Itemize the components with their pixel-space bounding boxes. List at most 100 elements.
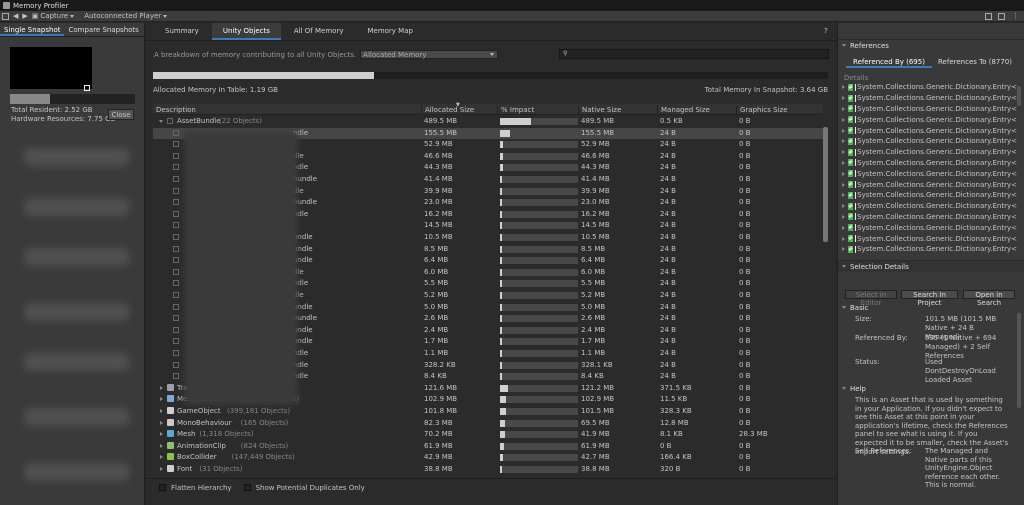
graphics-size: 0 B — [739, 244, 751, 253]
expand-icon[interactable] — [160, 443, 163, 448]
tab-memory-map[interactable]: Memory Map — [356, 23, 423, 40]
table-row[interactable]: GameObject (399,181 Objects) 101.8 MB 101.5… — [153, 406, 823, 418]
table-row[interactable]: AssetBundle (22 Objects) 489.5 MB 489.5 MB 0… — [153, 116, 823, 128]
table-row[interactable]: MonoBehaviour (165 Objects) 82.3 MB 69.5 MB… — [153, 418, 823, 430]
table-row[interactable]: Font (31 Objects) 38.8 MB 38.8 MB 320 B 0 B — [153, 464, 823, 476]
target-dropdown[interactable]: Autoconnected Player — [84, 12, 168, 20]
expand-icon[interactable] — [160, 409, 163, 413]
expand-icon[interactable] — [160, 455, 163, 460]
capture-dropdown[interactable]: ▣ Capture — [32, 12, 75, 20]
back-arrow-icon[interactable]: ◀ — [13, 12, 18, 20]
reference-row[interactable]: # System.Collections.Generic.Dictionary.E… — [842, 125, 1017, 136]
expand-icon[interactable] — [842, 182, 845, 187]
reference-row[interactable]: # System.Collections.Generic.Dictionary.E… — [842, 147, 1017, 158]
search-in-project-button[interactable]: Search In Project — [901, 290, 958, 307]
tab-summary[interactable]: Summary — [154, 23, 210, 40]
snapshot-thumbnail[interactable] — [10, 47, 92, 89]
sidebar-toggle-icon[interactable] — [2, 12, 9, 20]
reference-row[interactable]: # System.Collections.Generic.Dictionary.E… — [842, 212, 1017, 223]
column-impact[interactable]: % Impact — [497, 106, 534, 115]
expand-icon[interactable] — [160, 432, 163, 437]
selection-scrollbar[interactable] — [1017, 313, 1021, 408]
search-input[interactable]: ⚲ — [559, 49, 829, 59]
checkbox[interactable] — [243, 484, 251, 491]
blurred-snapshot-entry[interactable] — [24, 408, 129, 426]
tab-references-to[interactable]: References To (8770) — [932, 56, 1018, 68]
reference-row[interactable]: # System.Collections.Generic.Dictionary.E… — [842, 222, 1017, 233]
references-header[interactable]: References — [838, 39, 1024, 51]
close-button[interactable]: Close — [108, 109, 134, 120]
table-row[interactable]: AnimationClip (824 Objects) 61.9 MB 61.9 MB… — [153, 441, 823, 453]
reference-row[interactable]: # System.Collections.Generic.Dictionary.E… — [842, 104, 1017, 115]
column-description[interactable]: Description — [153, 106, 196, 115]
blurred-snapshot-entry[interactable] — [24, 198, 129, 216]
expand-icon[interactable] — [842, 117, 845, 122]
expand-icon[interactable] — [842, 96, 845, 101]
expand-icon[interactable] — [160, 385, 163, 390]
expand-icon[interactable] — [160, 420, 163, 425]
layout-icon[interactable] — [998, 13, 1005, 20]
blurred-snapshot-entry[interactable] — [24, 303, 129, 321]
blurred-snapshot-entry[interactable] — [24, 463, 129, 481]
expand-icon[interactable] — [842, 214, 845, 219]
reference-row[interactable]: # System.Collections.Generic.Dictionary.E… — [842, 233, 1017, 244]
details-toggle-icon[interactable] — [985, 13, 992, 20]
help-header[interactable]: Help — [838, 383, 1024, 395]
selection-details-header[interactable]: Selection Details — [838, 260, 1024, 272]
table-scrollbar[interactable] — [823, 127, 828, 242]
reference-row[interactable]: # System.Collections.Generic.Dictionary.E… — [842, 168, 1017, 179]
tab-single-snapshot[interactable]: Single Snapshot — [0, 23, 65, 36]
reference-row[interactable]: # System.Collections.Generic.Dictionary.E… — [842, 201, 1017, 212]
reference-row[interactable]: # System.Collections.Generic.Dictionary.E… — [842, 179, 1017, 190]
tab-all-of-memory[interactable]: All Of Memory — [283, 23, 355, 40]
basic-header[interactable]: Basic — [838, 302, 1024, 314]
memory-mode-dropdown[interactable]: Allocated Memory — [360, 50, 499, 59]
expand-icon[interactable] — [842, 204, 845, 209]
menu-icon[interactable]: ⋮ — [1012, 12, 1019, 20]
forward-arrow-icon[interactable]: ▶ — [22, 12, 27, 20]
select-in-editor-button[interactable]: Select in Editor — [845, 290, 897, 307]
expand-icon[interactable] — [842, 236, 845, 241]
table-row[interactable]: Mesh (1,318 Objects) 70.2 MB 41.9 MB 8.1 KB 2… — [153, 429, 823, 441]
expand-icon[interactable] — [842, 139, 845, 144]
tab-unity-objects[interactable]: Unity Objects — [211, 23, 281, 40]
flatten-hierarchy-toggle[interactable]: Flatten Hierarchy — [159, 484, 232, 492]
reference-row[interactable]: # System.Collections.Generic.Dictionary.E… — [842, 114, 1017, 125]
checkbox[interactable] — [159, 484, 166, 491]
impact-bar — [500, 326, 578, 334]
help-icon[interactable]: ? — [824, 27, 828, 35]
reference-row[interactable]: # System.Collections.Generic.Dictionary.E… — [842, 136, 1017, 147]
blurred-snapshot-entry[interactable] — [24, 353, 129, 371]
expand-icon[interactable] — [842, 247, 845, 252]
open-in-search-button[interactable]: Open in Search — [963, 290, 1015, 307]
column-managed-size[interactable]: Managed Size — [657, 106, 710, 115]
expand-icon[interactable] — [842, 128, 845, 133]
tab-referenced-by[interactable]: Referenced By (695) — [846, 56, 932, 68]
expand-icon[interactable] — [842, 193, 845, 198]
reference-row[interactable]: # System.Collections.Generic.Dictionary.E… — [842, 244, 1017, 255]
expand-icon[interactable] — [842, 106, 845, 111]
tab-compare-snapshots[interactable]: Compare Snapshots — [64, 23, 142, 36]
reference-row[interactable]: # System.Collections.Generic.Dictionary.E… — [842, 190, 1017, 201]
expand-icon[interactable] — [842, 171, 845, 176]
search-icon: ⚲ — [563, 50, 568, 57]
expand-icon[interactable] — [842, 85, 845, 90]
blurred-snapshot-entry[interactable] — [24, 248, 129, 266]
reference-row[interactable]: # System.Collections.Generic.Dictionary.E… — [842, 93, 1017, 104]
reference-row[interactable]: # System.Collections.Generic.Dictionary.E… — [842, 82, 1017, 93]
table-row[interactable]: BoxCollider (147,449 Objects) 42.9 MB 42.7 … — [153, 452, 823, 464]
column-native-size[interactable]: Native Size — [578, 106, 621, 115]
references-scrollbar[interactable] — [1017, 86, 1021, 106]
column-graphics-size[interactable]: Graphics Size — [736, 106, 788, 115]
blurred-snapshot-entry[interactable] — [24, 148, 129, 166]
duplicates-toggle[interactable]: Show Potential Duplicates Only — [243, 484, 365, 492]
expand-icon[interactable] — [842, 150, 845, 155]
impact-bar-fill — [500, 419, 505, 427]
expand-icon[interactable] — [159, 120, 163, 123]
expand-icon[interactable] — [842, 225, 845, 230]
expand-icon[interactable] — [160, 397, 163, 402]
column-allocated-size[interactable]: Allocated Size — [421, 106, 474, 115]
reference-row[interactable]: # System.Collections.Generic.Dictionary.E… — [842, 158, 1017, 169]
expand-icon[interactable] — [160, 467, 163, 471]
expand-icon[interactable] — [842, 160, 845, 165]
